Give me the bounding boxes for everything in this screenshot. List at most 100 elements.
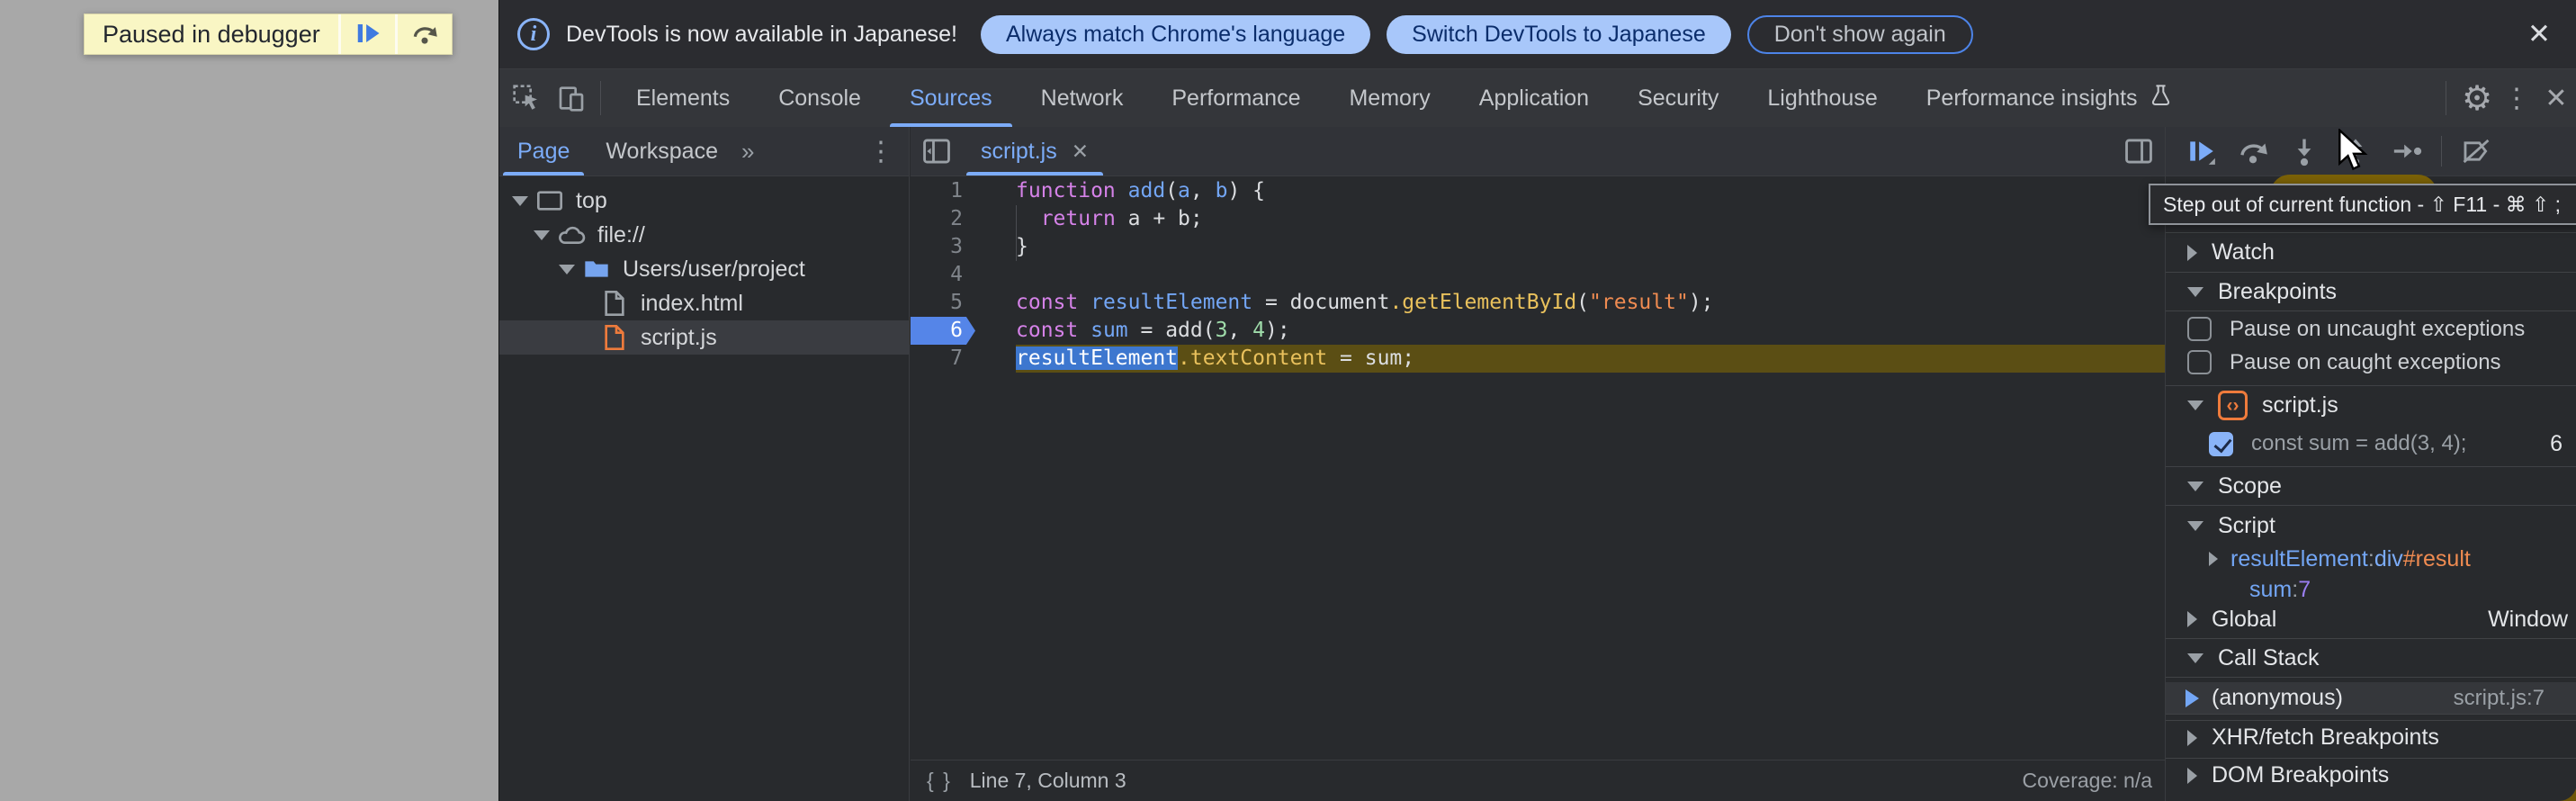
controls-separator (2441, 136, 2442, 166)
disclosure-triangle-down[interactable] (2187, 521, 2204, 531)
scope-var-resultelement[interactable]: resultElement: div#result (2166, 543, 2576, 575)
switch-to-japanese-button[interactable]: Switch DevTools to Japanese (1387, 15, 1731, 54)
tree-item-script-js[interactable]: script.js (499, 320, 909, 355)
always-match-language-button[interactable]: Always match Chrome's language (981, 15, 1370, 54)
pause-caught-exceptions-row: Pause on caught exceptions (2166, 346, 2576, 379)
section-call-stack[interactable]: Call Stack (2166, 638, 2576, 678)
file-icon (600, 289, 629, 318)
navigator-tab-workspace[interactable]: Workspace (588, 127, 736, 176)
inspect-element-icon[interactable] (508, 80, 544, 116)
dont-show-again-button[interactable]: Don't show again (1747, 15, 1973, 54)
scope-global-group[interactable]: Global Window (2166, 603, 2576, 635)
editor-status-bar: { } Line 7, Column 3 Coverage: n/a (911, 760, 2165, 801)
editor-tab-script-js[interactable]: script.js ✕ (966, 127, 1103, 176)
frame-icon (535, 186, 564, 215)
resume-icon (355, 20, 381, 50)
section-scope[interactable]: Scope (2166, 466, 2576, 506)
navigator-tab-page[interactable]: Page (499, 127, 588, 176)
code-editor[interactable]: 1function add(a, b) { 2 return a + b; 3}… (911, 177, 2165, 760)
breakpoint-line-number: 6 (2550, 431, 2563, 457)
more-tabs-chevron-icon[interactable]: » (741, 138, 754, 166)
resume-button[interactable] (2182, 131, 2221, 171)
file-icon-orange (600, 323, 629, 352)
scope-var-sum[interactable]: sum: 7 (2166, 575, 2576, 605)
tab-sources[interactable]: Sources (885, 69, 1017, 127)
banner-step-over-button[interactable] (398, 14, 452, 54)
script-file-icon: ‹› (2218, 391, 2248, 420)
step-button[interactable] (2387, 131, 2427, 171)
code-line-breakpoint: 6const sum = add(3, 4); (911, 317, 2165, 345)
section-breakpoints[interactable]: Breakpoints (2166, 272, 2576, 311)
pretty-print-icon[interactable]: { } (927, 769, 952, 793)
breakpoint-enabled-checkbox[interactable] (2209, 432, 2233, 456)
breakpoint-badge[interactable]: 6 (911, 317, 975, 345)
toolbar-right-controls: ⚙ ⋮ ✕ (2435, 78, 2576, 119)
deactivate-breakpoints-button[interactable] (2456, 131, 2496, 171)
section-xhr-breakpoints[interactable]: XHR/fetch Breakpoints (2166, 720, 2576, 754)
toggle-debugger-sidebar-icon[interactable] (2123, 136, 2154, 166)
code-line: 1function add(a, b) { (911, 177, 2165, 205)
disclosure-triangle-right[interactable] (2187, 768, 2197, 784)
cloud-icon (557, 220, 586, 249)
cursor-position-label: Line 7, Column 3 (970, 769, 1126, 793)
banner-resume-button[interactable] (341, 14, 395, 54)
tab-security[interactable]: Security (1613, 69, 1743, 127)
device-toolbar-icon[interactable] (553, 80, 589, 116)
section-dom-breakpoints[interactable]: DOM Breakpoints (2166, 758, 2576, 792)
coverage-label[interactable]: Coverage: n/a (2023, 769, 2152, 793)
code-line: 3} (911, 233, 2165, 261)
paused-in-debugger-banner: Paused in debugger (84, 14, 453, 55)
debugger-sidebar: Watch Breakpoints Pause on uncaught exce… (2165, 127, 2576, 801)
step-into-button[interactable] (2284, 131, 2324, 171)
file-tree: top file:// Users/user/project (499, 176, 909, 355)
breakpoint-entry[interactable]: const sum = add(3, 4); 6 (2166, 428, 2576, 460)
global-scope-value: Window (2488, 607, 2568, 633)
navigator-menu-kebab-icon[interactable]: ⋮ (867, 136, 894, 167)
tab-memory[interactable]: Memory (1324, 69, 1454, 127)
debugger-controls (2166, 127, 2576, 176)
disclosure-triangle-down[interactable] (512, 196, 528, 206)
tab-application[interactable]: Application (1455, 69, 1613, 127)
disclosure-triangle-down[interactable] (2187, 287, 2204, 297)
paused-banner-label: Paused in debugger (85, 14, 338, 54)
tab-performance[interactable]: Performance (1147, 69, 1324, 127)
breakpoint-group-script-js[interactable]: ‹› script.js (2166, 385, 2576, 425)
devtools-window: i DevTools is now available in Japanese!… (498, 0, 2576, 801)
folder-icon (582, 255, 611, 284)
navigator-header: Page Workspace » ⋮ (499, 127, 909, 176)
tab-elements[interactable]: Elements (612, 69, 754, 127)
disclosure-triangle-right[interactable] (2187, 730, 2197, 746)
tab-network[interactable]: Network (1017, 69, 1148, 127)
code-line-execution: 7resultElement.textContent = sum; (911, 345, 2165, 373)
devtools-close-icon[interactable]: ✕ (2536, 83, 2576, 114)
disclosure-triangle-right[interactable] (2187, 611, 2197, 627)
disclosure-triangle-right[interactable] (2209, 552, 2218, 566)
disclosure-triangle-down[interactable] (2187, 400, 2204, 410)
tab-lighthouse[interactable]: Lighthouse (1743, 69, 1901, 127)
tab-close-icon[interactable]: ✕ (1072, 140, 1089, 164)
section-watch[interactable]: Watch (2166, 232, 2576, 272)
infobar-message: DevTools is now available in Japanese! (566, 22, 957, 48)
pause-uncaught-checkbox[interactable] (2187, 317, 2212, 341)
toggle-navigator-icon[interactable] (921, 136, 952, 166)
step-over-button[interactable] (2233, 131, 2273, 171)
tree-item-index-html[interactable]: index.html (499, 286, 909, 320)
dimmed-page-background: Paused in debugger (0, 0, 498, 801)
call-stack-frame[interactable]: (anonymous) script.js:7 (2166, 682, 2576, 715)
tree-item-project-folder[interactable]: Users/user/project (499, 252, 909, 286)
more-options-kebab-icon[interactable]: ⋮ (2497, 83, 2536, 114)
disclosure-triangle-right[interactable] (2187, 245, 2197, 261)
disclosure-triangle-down[interactable] (534, 230, 550, 240)
disclosure-triangle-down[interactable] (2187, 653, 2204, 663)
disclosure-triangle-down[interactable] (559, 265, 575, 274)
scope-script-group[interactable]: Script (2166, 509, 2576, 542)
tab-performance-insights[interactable]: Performance insights (1902, 69, 2197, 127)
code-line: 5const resultElement = document.getEleme… (911, 289, 2165, 317)
pause-caught-checkbox[interactable] (2187, 350, 2212, 374)
tree-item-top[interactable]: top (499, 184, 909, 218)
tab-console[interactable]: Console (754, 69, 885, 127)
infobar-close-icon[interactable]: ✕ (2527, 18, 2551, 50)
settings-gear-icon[interactable]: ⚙ (2457, 78, 2497, 119)
disclosure-triangle-down[interactable] (2187, 482, 2204, 491)
tree-item-file-protocol[interactable]: file:// (499, 218, 909, 252)
